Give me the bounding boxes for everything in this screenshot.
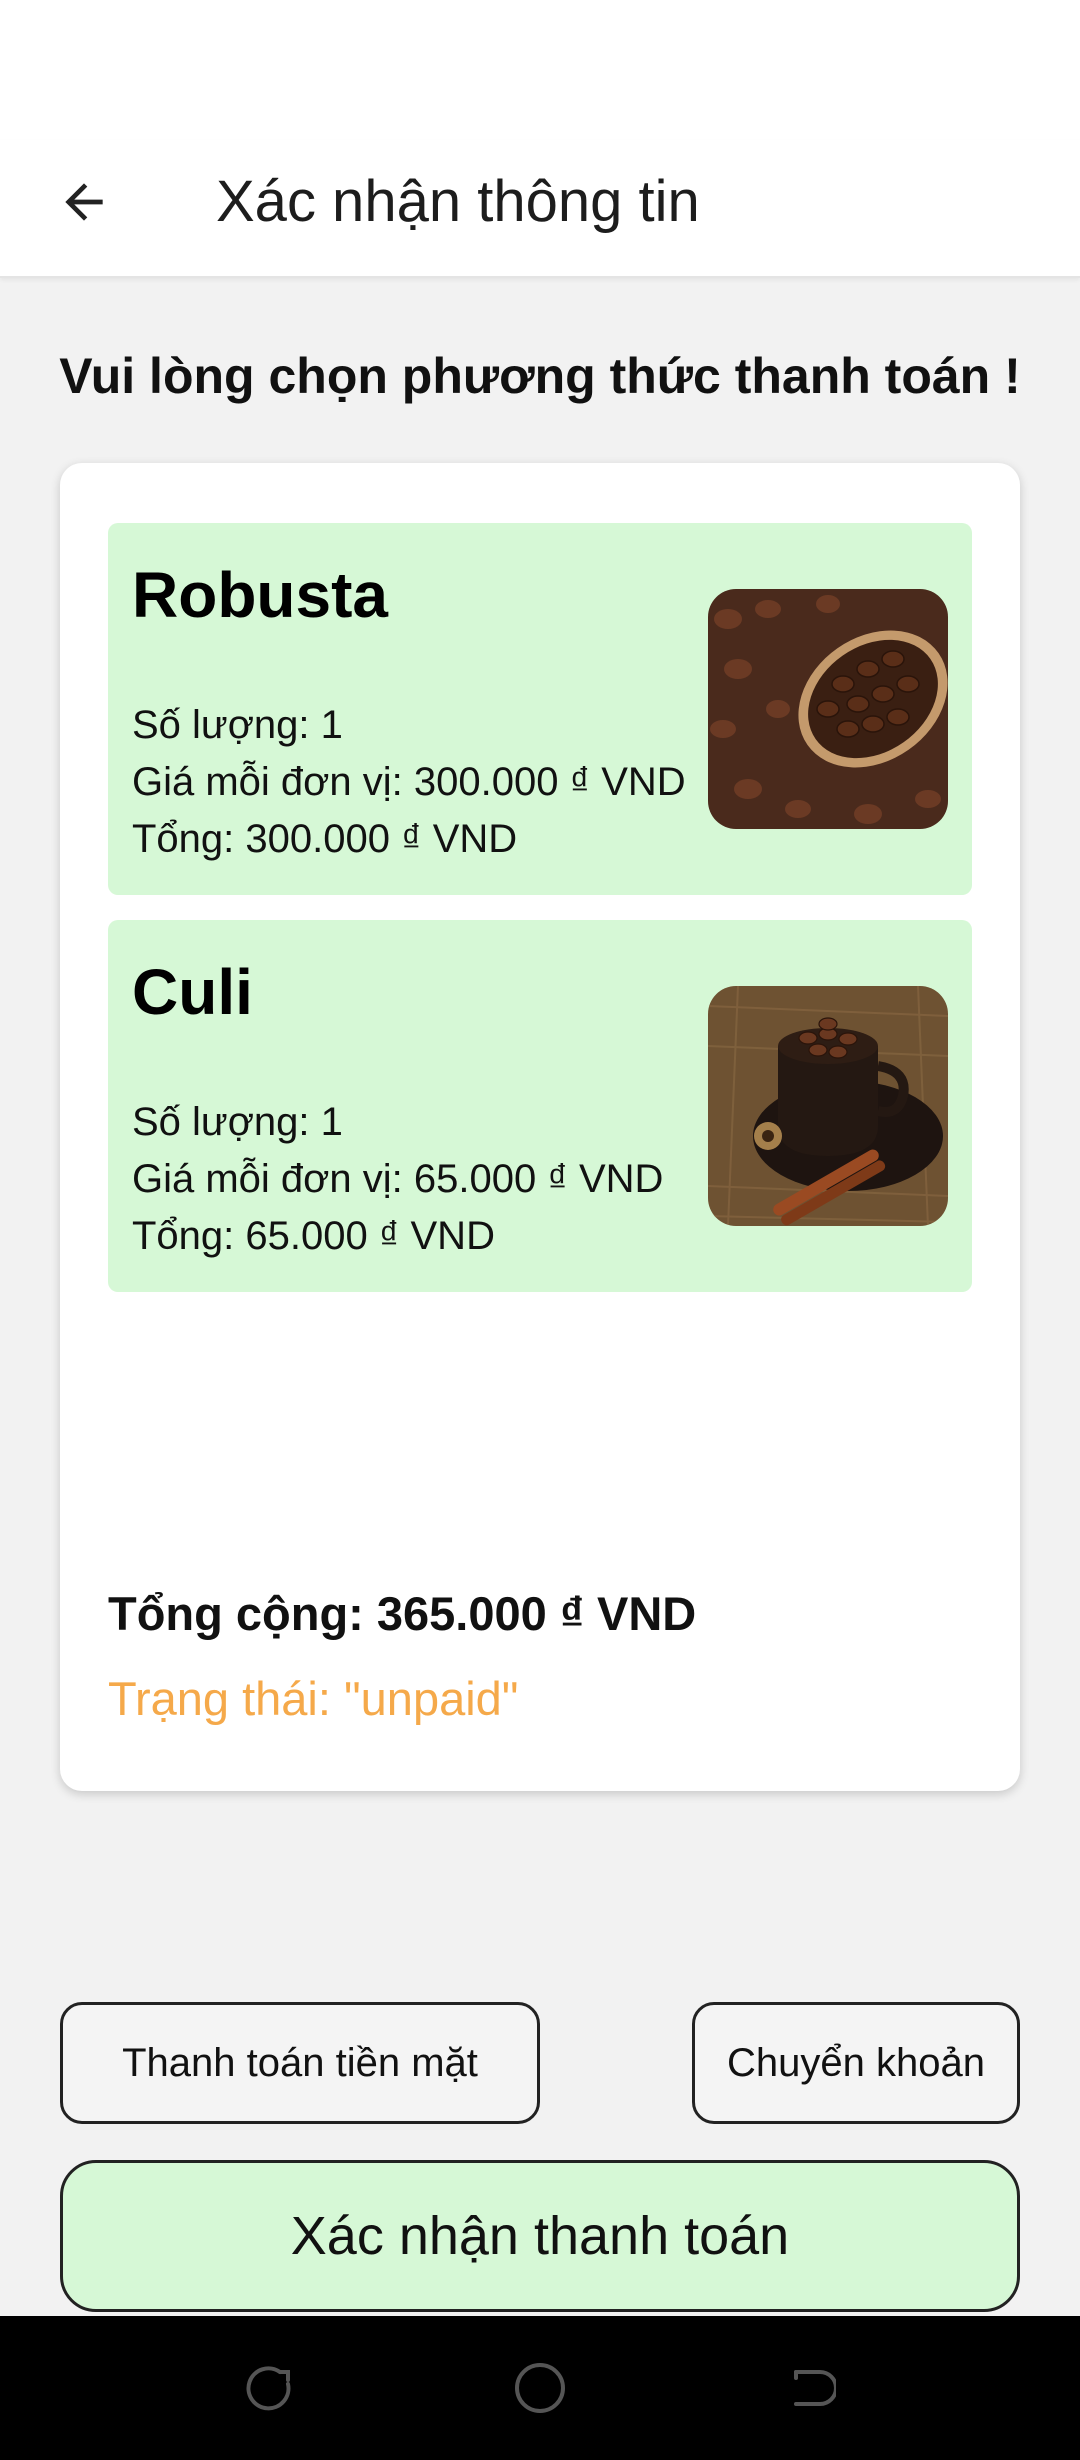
payment-method-heading: Vui lòng chọn phương thức thanh toán ! [59,348,1021,404]
order-item: Robusta Số lượng: 1 Giá mỗi đơn vị: 300.… [108,523,972,895]
item-name: Robusta [132,559,388,631]
order-summary-card: Robusta Số lượng: 1 Giá mỗi đơn vị: 300.… [60,463,1020,1791]
item-quantity: Số lượng: 1 [132,1100,343,1144]
home-button[interactable] [502,2350,578,2426]
back-button[interactable] [48,166,120,238]
item-quantity: Số lượng: 1 [132,703,343,747]
status-bar [0,0,1080,140]
payment-status: Trạng thái: "unpaid" [108,1672,519,1725]
item-unit-price: Giá mỗi đơn vị: 300.000 ₫ VND [132,760,686,804]
system-nav-bar [0,2316,1080,2460]
page-title: Xác nhận thông tin [216,169,700,234]
cash-payment-button[interactable]: Thanh toán tiền mặt [60,2002,540,2124]
order-item: Culi Số lượng: 1 Giá mỗi đơn vị: 65.000 … [108,920,972,1292]
nav-back-button[interactable] [772,2350,848,2426]
item-image-robusta [708,589,948,829]
recent-apps-icon [246,2366,291,2411]
arrow-left-icon [65,183,103,221]
back-icon [794,2370,836,2406]
item-image-culi [708,986,948,1226]
grand-total: Tổng cộng: 365.000 ₫ VND [108,1587,697,1640]
item-total: Tổng: 300.000 ₫ VND [132,817,518,861]
item-name: Culi [132,956,253,1028]
bank-transfer-button[interactable]: Chuyển khoản [692,2002,1020,2124]
item-total: Tổng: 65.000 ₫ VND [132,1214,495,1258]
item-unit-price: Giá mỗi đơn vị: 65.000 ₫ VND [132,1157,664,1201]
app-bar: Xác nhận thông tin [0,140,1080,278]
recent-apps-button[interactable] [232,2350,308,2426]
confirm-payment-button[interactable]: Xác nhận thanh toán [60,2160,1020,2312]
home-icon [515,2363,565,2413]
